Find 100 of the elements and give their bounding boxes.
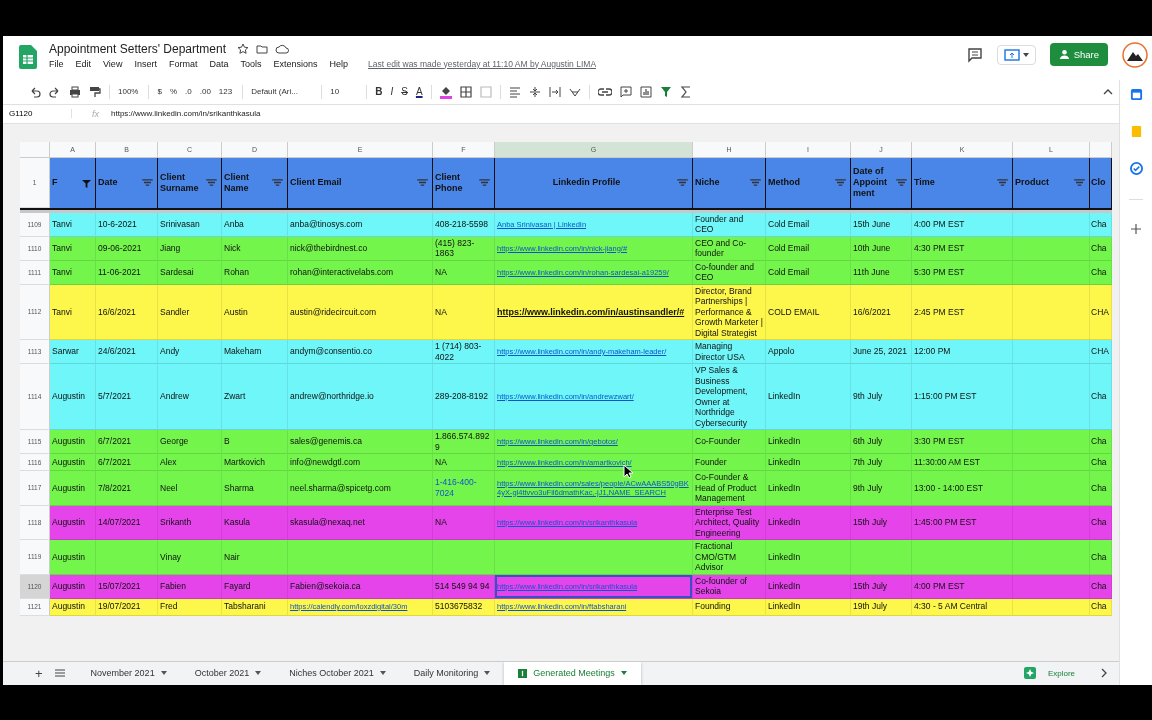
table-cell: andrew@northridge.io	[290, 391, 374, 402]
caret-icon	[484, 671, 491, 675]
filter-menu-icon[interactable]	[835, 178, 846, 186]
tasks-icon[interactable]	[1129, 161, 1143, 175]
filter-icon[interactable]	[82, 178, 91, 188]
fx-label: fx	[91, 108, 100, 119]
share-button[interactable]: Share	[1049, 43, 1108, 66]
menu-item[interactable]: Data	[209, 58, 229, 69]
table-cell: austin@ridecircuit.com	[290, 306, 377, 317]
collapse-icon[interactable]	[1103, 88, 1113, 95]
present-button[interactable]	[996, 44, 1036, 65]
table-cell: George	[160, 436, 189, 447]
table-cell-text: Founder and CEO	[695, 213, 745, 235]
text-wrap-icon[interactable]	[548, 85, 561, 98]
table-cell: 10th June	[853, 242, 891, 254]
table-cell: 514 549 94 94	[435, 580, 490, 592]
table-cell: Cha	[1091, 580, 1107, 592]
folder-icon[interactable]	[256, 42, 269, 55]
filter-menu-icon[interactable]	[1074, 178, 1085, 186]
column-title: Product	[1015, 177, 1049, 188]
bold-button[interactable]: B	[375, 86, 383, 97]
text-color-button[interactable]: A	[415, 86, 423, 97]
table-cell: 4:30 PM EST	[914, 242, 965, 254]
link[interactable]: 1-416-400-7024	[435, 477, 492, 499]
redo-icon[interactable]	[49, 85, 61, 98]
menu-item[interactable]: File	[49, 58, 64, 69]
filter-menu-icon[interactable]	[677, 178, 688, 186]
column-title: Client Email	[290, 177, 342, 188]
table-cell: Vinay	[160, 551, 182, 562]
table-cell: andym@consentio.co	[290, 346, 372, 357]
chevron-right-icon[interactable]	[1101, 668, 1107, 678]
document-title[interactable]: Appointment Setters' Department	[49, 41, 227, 56]
comment-icon[interactable]	[966, 46, 983, 63]
table-cell: LinkedIn	[768, 580, 801, 592]
table-cell-text: Co-founder of Sekoia	[695, 575, 748, 597]
italic-button[interactable]: I	[390, 86, 394, 97]
table-cell: Cha	[1091, 436, 1107, 447]
align-icon[interactable]	[508, 85, 521, 98]
chart-icon[interactable]	[639, 85, 652, 98]
table-cell: June 25, 2021	[853, 346, 907, 357]
sheet-tab[interactable]: November 2021	[76, 661, 181, 685]
sheet-list-icon[interactable]	[54, 669, 65, 677]
zoom-dropdown[interactable]: 100%	[118, 87, 141, 96]
filter-menu-icon[interactable]	[272, 178, 283, 186]
filter-icon[interactable]	[659, 85, 672, 98]
table-cell-text: CEO and Co-founder	[695, 237, 748, 259]
menu-item[interactable]: Format	[168, 58, 198, 69]
filter-menu-icon[interactable]	[417, 178, 428, 186]
decrease-decimals-button[interactable]: .0	[185, 87, 192, 96]
calendar-icon[interactable]	[1129, 87, 1143, 101]
sheets-logo-icon[interactable]	[19, 44, 37, 69]
table-cell: Fabien	[160, 580, 186, 592]
sheet-tab[interactable]: Niches October 2021	[275, 661, 400, 685]
vertical-align-icon[interactable]	[528, 85, 541, 98]
sheet-tab[interactable]: Daily Monitoring	[399, 661, 505, 685]
fill-color-icon[interactable]	[439, 84, 452, 99]
table-cell: Zwart	[224, 391, 246, 402]
font-size-dropdown[interactable]: 10	[330, 87, 359, 96]
add-icon[interactable]	[1131, 223, 1141, 234]
filter-menu-icon[interactable]	[750, 178, 761, 186]
currency-format-button[interactable]: $	[157, 87, 162, 96]
strikethrough-button[interactable]: S	[401, 86, 408, 97]
menu-item[interactable]: Extensions	[273, 58, 318, 69]
table-cell: info@newdgtl.com	[290, 456, 361, 468]
table-cell: CHA	[1091, 346, 1109, 357]
filter-menu-icon[interactable]	[479, 178, 490, 186]
font-dropdown[interactable]: Default (Ari...	[251, 87, 314, 96]
number-format-dropdown[interactable]: 123	[218, 87, 235, 96]
filter-menu-icon[interactable]	[206, 178, 217, 186]
menu-item[interactable]: Insert	[134, 58, 157, 69]
star-icon[interactable]	[237, 42, 250, 55]
sheet-tab[interactable]: Generated Meetings	[504, 661, 641, 685]
paint-format-icon[interactable]	[89, 85, 101, 98]
sum-icon[interactable]	[679, 85, 692, 98]
table-cell: 7th July	[853, 456, 883, 468]
avatar-icon[interactable]	[1122, 41, 1148, 68]
merge-cells-icon[interactable]	[479, 85, 492, 98]
menu-item[interactable]: Edit	[75, 58, 92, 69]
name-box[interactable]: G1120	[3, 109, 72, 118]
formula-field[interactable]: https://www.linkedin.com/in/srikanthkasula	[111, 109, 261, 118]
percent-format-button[interactable]: %	[169, 87, 178, 96]
link[interactable]: https://www.linkedin.com/in/austinsandler/#	[497, 306, 685, 317]
filter-menu-icon[interactable]	[142, 178, 153, 186]
print-icon[interactable]	[69, 85, 81, 98]
undo-icon[interactable]	[29, 85, 41, 98]
menu-item[interactable]: Tools	[240, 58, 262, 69]
menu-item[interactable]: View	[103, 58, 123, 69]
increase-decimals-button[interactable]: .00	[199, 87, 211, 96]
link-icon[interactable]	[597, 87, 612, 96]
comment-icon[interactable]	[619, 85, 632, 98]
borders-icon[interactable]	[459, 85, 472, 98]
table-cell: 15th July	[853, 517, 888, 528]
last-edit-link[interactable]: Last edit was made yesterday at 11:10 AM by Augustin LIMA	[368, 58, 597, 69]
explore-button[interactable]: Explore	[1017, 666, 1081, 680]
sheet-tab[interactable]: October 2021	[180, 661, 276, 685]
add-sheet-button[interactable]: +	[35, 665, 43, 681]
filter-menu-icon[interactable]	[896, 178, 907, 186]
filter-menu-icon[interactable]	[997, 178, 1008, 186]
menu-item[interactable]: Help	[329, 58, 348, 69]
cloud-icon[interactable]	[275, 42, 290, 55]
